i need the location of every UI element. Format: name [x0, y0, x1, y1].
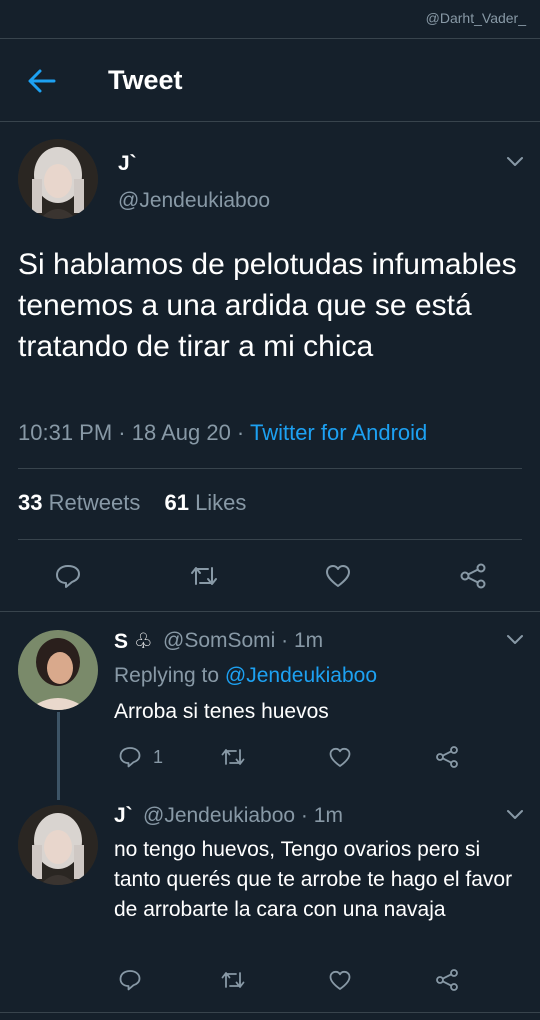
chevron-down-icon[interactable] — [505, 155, 525, 169]
divider — [18, 539, 522, 540]
likes-label[interactable]: Likes — [195, 490, 246, 515]
thread-line — [57, 712, 60, 800]
divider — [0, 611, 540, 612]
reply-author-name: S ♧ — [114, 630, 153, 653]
chevron-down-icon[interactable] — [505, 808, 525, 822]
reply-icon[interactable] — [118, 745, 142, 769]
top-bar: Tweet — [0, 38, 540, 122]
share-icon[interactable] — [458, 562, 488, 590]
back-arrow-icon[interactable] — [26, 67, 56, 95]
reply-text: no tengo huevos, Tengo ovarios pero si t… — [114, 838, 513, 921]
tweet-source-link[interactable]: Twitter for Android — [250, 420, 427, 445]
retweets-label[interactable]: Retweets — [49, 490, 141, 515]
share-icon[interactable] — [434, 745, 460, 769]
tweet-meta: 10:31 PM · 18 Aug 20 · Twitter for Andro… — [18, 420, 427, 446]
retweet-icon[interactable] — [220, 745, 246, 769]
like-icon[interactable] — [328, 745, 352, 769]
replying-to-link[interactable]: @Jendeukiaboo — [225, 664, 377, 687]
retweet-icon[interactable] — [189, 562, 219, 590]
tweet-timestamp: 10:31 PM · 18 Aug 20 · — [18, 420, 250, 445]
tweet-text: Si hablamos de pelotudas infumables tene… — [18, 248, 517, 363]
tweet-stats: 33 Retweets 61 Likes — [18, 490, 246, 516]
replying-to: Replying to @Jendeukiaboo — [114, 664, 377, 688]
reply-handle-time: @SomSomi · 1m — [163, 629, 324, 652]
avatar[interactable] — [18, 630, 98, 710]
page-title: Tweet — [108, 65, 183, 95]
avatar[interactable] — [18, 139, 98, 219]
chevron-down-icon[interactable] — [505, 633, 525, 647]
like-icon[interactable] — [324, 562, 352, 590]
reply-icon[interactable] — [54, 562, 82, 590]
watermark: @Darht_Vader_ — [425, 10, 526, 26]
share-icon[interactable] — [434, 968, 460, 992]
divider — [0, 1012, 540, 1013]
reply-count: 1 — [153, 747, 164, 767]
author-handle: @Jendeukiaboo — [118, 189, 271, 212]
likes-count[interactable]: 61 — [164, 490, 188, 515]
divider — [18, 468, 522, 469]
retweet-icon[interactable] — [220, 968, 246, 992]
replying-to-prefix: Replying to — [114, 664, 225, 687]
retweets-count[interactable]: 33 — [18, 490, 42, 515]
author-name: J` — [118, 152, 137, 175]
reply-text: Arroba si tenes huevos — [114, 700, 329, 723]
reply-handle-time: @Jendeukiaboo · 1m — [143, 804, 343, 827]
reply-author-name: J` — [114, 804, 133, 827]
like-icon[interactable] — [328, 968, 352, 992]
avatar[interactable] — [18, 805, 98, 885]
reply-icon[interactable] — [118, 968, 142, 992]
